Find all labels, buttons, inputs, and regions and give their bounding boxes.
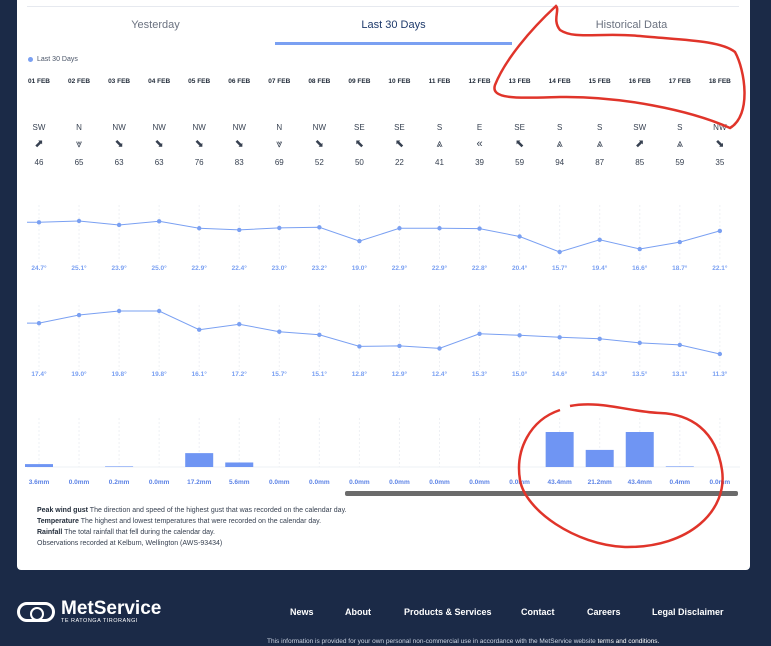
footer-link-news[interactable]: News: [290, 607, 314, 617]
min-temp-point: [156, 308, 162, 314]
min-temp-line: [27, 310, 720, 355]
logo-text: MetService: [61, 598, 162, 619]
max-temp-point: [717, 228, 723, 234]
rain-bar: [545, 432, 574, 467]
max-temp-point: [156, 219, 162, 224]
rain-bar: [105, 466, 134, 467]
terms-link[interactable]: terms and conditions.: [598, 638, 660, 645]
footer-link-products-services[interactable]: Products & Services: [404, 607, 492, 617]
min-temp-point: [357, 344, 362, 349]
rain-bar: [585, 449, 614, 467]
max-temp-point: [76, 218, 82, 224]
max-temp-point: [277, 225, 282, 231]
max-temp-point: [677, 239, 682, 245]
max-temp-point: [597, 237, 602, 242]
min-temp-point: [557, 335, 562, 340]
footer-link-careers[interactable]: Careers: [587, 607, 621, 617]
min-temp-point: [197, 327, 202, 332]
footer-link-contact[interactable]: Contact: [521, 607, 555, 617]
footer-link-about[interactable]: About: [345, 607, 371, 617]
max-temp-point: [116, 222, 122, 228]
max-temp-point: [317, 225, 322, 230]
min-temp-point: [477, 331, 482, 336]
max-temp-point: [637, 246, 642, 252]
max-temp-point: [357, 238, 362, 244]
min-temp-point: [317, 332, 322, 337]
footer-link-legal-disclaimer[interactable]: Legal Disclaimer: [652, 607, 724, 617]
max-temp-point: [197, 226, 202, 231]
min-temp-point: [116, 308, 122, 314]
min-temp-point: [717, 351, 723, 357]
rain-bar: [665, 466, 694, 467]
min-temp-point: [517, 333, 522, 338]
disclaimer-text: This information is provided for your ow…: [267, 638, 598, 645]
max-temp-point: [517, 234, 522, 239]
max-temp-point: [237, 227, 242, 233]
rain-bar: [625, 432, 654, 467]
max-temp-point: [477, 226, 482, 231]
rain-bar: [185, 453, 214, 467]
min-temp-point: [637, 340, 642, 346]
footer-logo[interactable]: MetService TE RATONGA TIRORANGI: [17, 598, 162, 624]
rain-bar: [25, 464, 53, 467]
min-temp-point: [397, 343, 402, 349]
max-temp-point: [557, 249, 562, 255]
min-temp-point: [36, 320, 42, 326]
weather-charts: [25, 4, 746, 549]
max-temp-point: [397, 226, 402, 231]
max-temp-line: [27, 220, 720, 253]
rain-bar: [225, 462, 254, 467]
min-temp-point: [277, 329, 282, 334]
annotation-circle-bottom: [517, 403, 724, 549]
annotation-circle-top: [493, 4, 746, 130]
metservice-logo-icon: [17, 602, 55, 622]
max-temp-point: [437, 226, 442, 231]
min-temp-point: [597, 336, 602, 342]
min-temp-point: [677, 342, 682, 348]
max-temp-point: [36, 220, 42, 225]
min-temp-point: [76, 312, 82, 318]
min-temp-point: [237, 321, 242, 327]
min-temp-point: [437, 346, 442, 351]
footer-disclaimer: This information is provided for your ow…: [267, 638, 659, 645]
